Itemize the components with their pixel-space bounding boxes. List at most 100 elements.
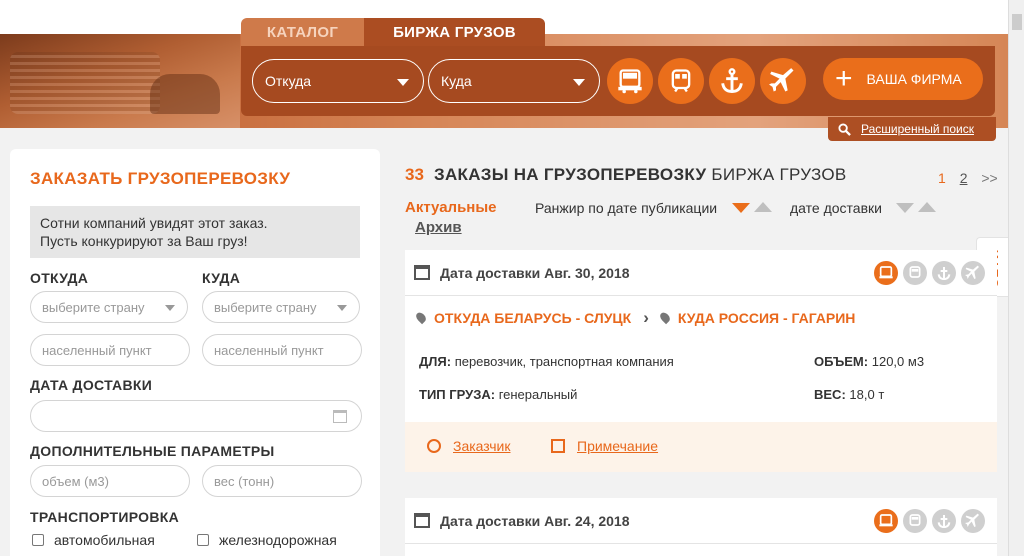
search-icon xyxy=(838,122,851,136)
volume-placeholder: объем (м3) xyxy=(42,473,109,489)
anchor-icon xyxy=(932,261,956,285)
delivery-date-input[interactable] xyxy=(30,400,362,432)
weight-input[interactable]: вес (тонн) xyxy=(202,465,362,497)
checkbox-box[interactable] xyxy=(197,534,209,546)
order-volume-label: ОБЪЕМ: xyxy=(814,354,869,369)
order-cargo-type: ТИП ГРУЗА: генеральный xyxy=(419,387,577,402)
plus-icon: + xyxy=(835,62,853,95)
scrollbar-thumb[interactable] xyxy=(1012,14,1022,30)
truck-photo xyxy=(0,34,240,128)
weight-placeholder: вес (тонн) xyxy=(214,473,275,489)
pagination: 1 2 >> xyxy=(938,170,1008,186)
note-link-label: Примечание xyxy=(577,438,659,454)
page-title-main: ЗАКАЗЫ НА ГРУЗОПЕРЕВОЗКУ xyxy=(434,165,707,184)
advanced-search-label: Расширенный поиск xyxy=(861,122,974,136)
order-for: ДЛЯ: перевозчик, транспортная компания xyxy=(419,354,674,369)
to-country-select[interactable]: выберите страну xyxy=(202,291,360,323)
from-label: ОТКУДА xyxy=(30,270,89,286)
chevron-right-icon: › xyxy=(643,308,649,327)
sort-asc-icon[interactable] xyxy=(918,202,936,212)
order-form-note: Сотни компаний увидят этот заказ. Пусть … xyxy=(30,206,360,258)
order-for-label: ДЛЯ: xyxy=(419,354,452,369)
advanced-search-link[interactable]: Расширенный поиск xyxy=(828,117,996,141)
order-cargo-value: генеральный xyxy=(498,387,578,402)
sea-filter-button[interactable] xyxy=(709,58,755,104)
from-select-label: Откуда xyxy=(265,73,312,89)
to-city-placeholder: населенный пункт xyxy=(214,342,324,358)
order-weight-label: ВЕС: xyxy=(814,387,846,402)
order-card: Дата доставки Авг. 30, 2018 ОТКУДА БЕЛАР… xyxy=(405,250,997,472)
sort-desc-icon[interactable] xyxy=(896,203,914,213)
order-weight: ВЕС: 18,0 т xyxy=(814,387,884,402)
plane-icon xyxy=(961,261,985,285)
from-city-placeholder: населенный пункт xyxy=(42,342,152,358)
anchor-icon xyxy=(721,68,743,93)
chevron-down-icon xyxy=(397,79,409,86)
order-form-card: ЗАКАЗАТЬ ГРУЗОПЕРЕВОЗКУ Сотни компаний у… xyxy=(10,149,380,556)
delivery-date-label: ДАТА ДОСТАВКИ xyxy=(30,377,153,393)
order-to: КУДА РОССИЯ - ГАГАРИН xyxy=(677,310,856,326)
order-from: ОТКУДА БЕЛАРУСЬ - СЛУЦК xyxy=(434,310,632,326)
chevron-down-icon xyxy=(165,305,175,311)
tab-cargo-exchange[interactable]: БИРЖА ГРУЗОВ xyxy=(364,18,545,46)
from-country-select[interactable]: выберите страну xyxy=(30,291,188,323)
chevron-down-icon xyxy=(337,305,347,311)
page-next[interactable]: >> xyxy=(981,170,997,186)
from-country-placeholder: выберите страну xyxy=(42,299,145,315)
train-icon xyxy=(671,69,691,93)
scrollbar[interactable] xyxy=(1008,0,1024,556)
volume-input[interactable]: объем (м3) xyxy=(30,465,190,497)
order-cargo-label: ТИП ГРУЗА: xyxy=(419,387,496,402)
location-pin-icon xyxy=(414,310,428,324)
rail-checkbox[interactable]: железнодорожная xyxy=(197,532,337,548)
truck-filter-button[interactable] xyxy=(607,58,653,104)
order-header: Дата доставки Авг. 24, 2018 xyxy=(405,498,997,544)
train-filter-button[interactable] xyxy=(658,58,704,104)
rail-checkbox-label: железнодорожная xyxy=(219,532,337,548)
plane-icon xyxy=(769,68,794,92)
page-1[interactable]: 1 xyxy=(938,170,946,186)
calendar-icon[interactable] xyxy=(333,410,347,423)
to-select[interactable]: Куда xyxy=(428,59,600,103)
customer-link[interactable]: Заказчик xyxy=(427,438,511,454)
page-2[interactable]: 2 xyxy=(960,170,968,186)
order-header: Дата доставки Авг. 30, 2018 xyxy=(405,250,997,296)
train-icon xyxy=(903,509,927,533)
customer-link-label: Заказчик xyxy=(453,438,511,454)
page-title: ЗАКАЗЫ НА ГРУЗОПЕРЕВОЗКУ БИРЖА ГРУЗОВ xyxy=(434,165,847,185)
from-city-input[interactable]: населенный пункт xyxy=(30,334,190,366)
order-weight-value: 18,0 т xyxy=(849,387,885,402)
sort-asc-icon[interactable] xyxy=(754,202,772,212)
note-link[interactable]: Примечание xyxy=(551,438,658,454)
checkbox-box[interactable] xyxy=(32,534,44,546)
to-select-label: Куда xyxy=(441,73,472,89)
tab-archive[interactable]: Архив xyxy=(415,219,462,236)
from-select[interactable]: Откуда xyxy=(252,59,424,103)
calendar-icon xyxy=(414,265,430,280)
order-route[interactable]: ОТКУДА БЕЛАРУСЬ - СЛУЦК › КУДА РОССИЯ - … xyxy=(414,308,856,328)
user-icon xyxy=(427,439,441,453)
anchor-icon xyxy=(932,509,956,533)
note-line-1: Сотни компаний увидят этот заказ. xyxy=(40,215,268,231)
sort-desc-icon[interactable] xyxy=(732,203,750,213)
order-card: Дата доставки Авг. 24, 2018 xyxy=(405,498,997,556)
tab-actual[interactable]: Актуальные xyxy=(405,199,497,216)
truck-icon xyxy=(874,261,898,285)
to-country-placeholder: выберите страну xyxy=(214,299,317,315)
sort-by-publication: Ранжир по дате публикации xyxy=(535,200,718,216)
chevron-down-icon xyxy=(573,79,585,86)
plane-icon xyxy=(961,509,985,533)
order-volume-value: 120,0 м3 xyxy=(871,354,925,369)
order-form-title: ЗАКАЗАТЬ ГРУЗОПЕРЕВОЗКУ xyxy=(30,169,291,188)
your-company-button[interactable]: + ВАША ФИРМА xyxy=(823,58,983,100)
train-icon xyxy=(903,261,927,285)
transport-label: ТРАНСПОРТИРОВКА xyxy=(30,509,180,525)
air-filter-button[interactable] xyxy=(760,58,806,104)
tab-catalog[interactable]: КАТАЛОГ xyxy=(241,18,364,46)
extra-params-label: ДОПОЛНИТЕЛЬНЫЕ ПАРАМЕТРЫ xyxy=(30,443,275,459)
note-line-2: Пусть конкурируют за Ваш груз! xyxy=(40,233,248,249)
truck-icon xyxy=(874,509,898,533)
order-volume: ОБЪЕМ: 120,0 м3 xyxy=(814,354,924,369)
road-checkbox[interactable]: автомобильная xyxy=(32,532,155,548)
to-city-input[interactable]: населенный пункт xyxy=(202,334,362,366)
